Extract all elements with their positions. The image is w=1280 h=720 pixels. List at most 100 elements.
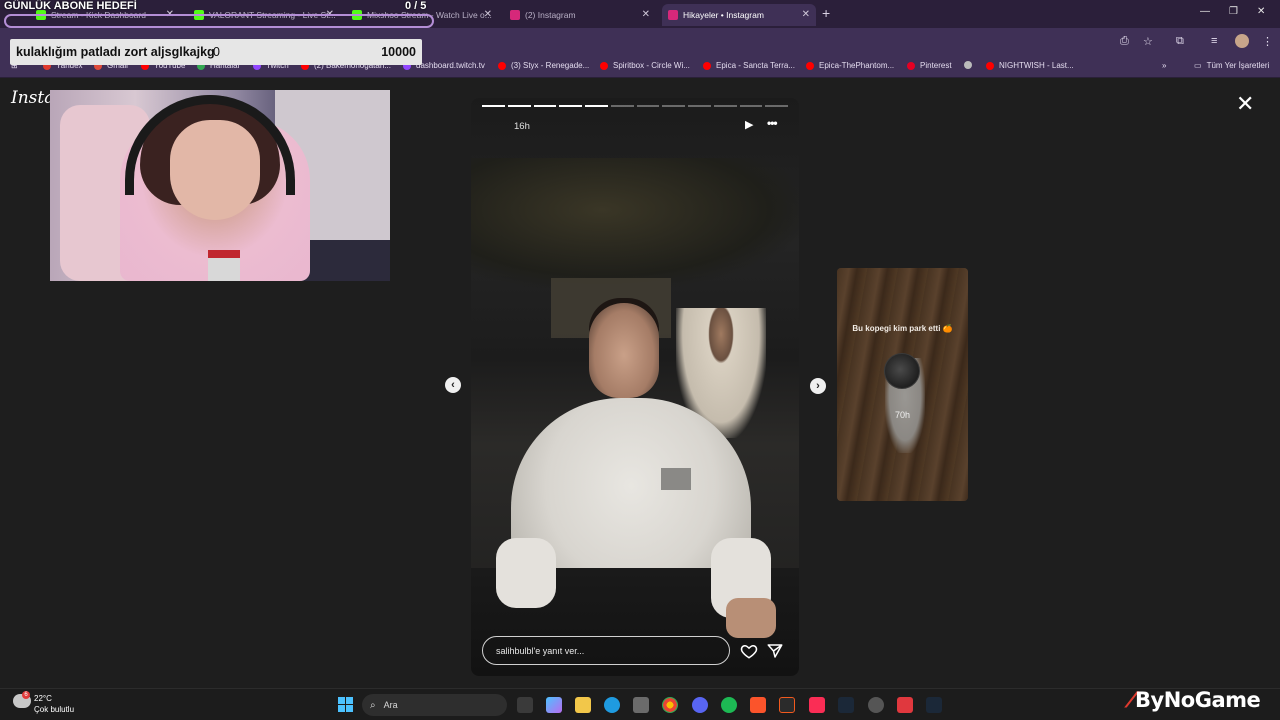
cup xyxy=(208,250,240,281)
story-photo-trees xyxy=(471,158,799,288)
bookmark-epica-sancta[interactable]: Epica - Sancta Terra... xyxy=(703,61,795,70)
bookmark-globe[interactable] xyxy=(964,61,977,69)
close-tab-icon[interactable]: ✕ xyxy=(802,9,810,20)
play-icon[interactable]: ▶ xyxy=(745,118,753,131)
close-tab-icon[interactable]: ✕ xyxy=(484,9,492,20)
weather-condition[interactable]: Çok bulutlu xyxy=(34,705,74,714)
file-explorer-icon[interactable] xyxy=(575,697,591,713)
story-viewer[interactable]: 16h ▶ ••• salihbulbl'e yanıt ver... xyxy=(471,98,799,676)
reply-input[interactable]: salihbulbl'e yanıt ver... xyxy=(482,636,730,665)
goal-widget: kulaklığım patladı zort aljsglkajkg 0 10… xyxy=(10,39,422,65)
pinterest-icon xyxy=(907,61,915,70)
bookmark-label: (3) Styx - Renegade... xyxy=(511,61,590,70)
webcam-overlay xyxy=(50,90,390,281)
send-icon[interactable] xyxy=(766,642,784,660)
globe-icon xyxy=(964,61,972,69)
brave-icon[interactable] xyxy=(750,697,766,713)
instagram-icon xyxy=(668,10,678,20)
windows-taskbar: 6 22°C Çok bulutlu ⌕ Ara xyxy=(0,688,1280,720)
profile-avatar[interactable] xyxy=(1235,34,1249,48)
minimize-button[interactable]: — xyxy=(1200,6,1210,17)
tab-instagram[interactable]: (2) Instagram ✕ xyxy=(504,4,656,26)
youtube-icon xyxy=(498,61,506,70)
steam-icon[interactable] xyxy=(838,697,854,713)
tab-instagram-stories[interactable]: Hikayeler • Instagram ✕ xyxy=(662,4,816,26)
story-progress-bar xyxy=(482,105,788,107)
close-stories-icon[interactable]: ✕ xyxy=(1236,93,1254,115)
goal-max-value: 10000 xyxy=(381,45,416,59)
store-icon[interactable] xyxy=(633,697,649,713)
taskbar-search[interactable]: ⌕ Ara xyxy=(362,694,507,716)
new-tab-button[interactable]: + xyxy=(822,5,830,21)
preview-user-avatar xyxy=(884,353,920,389)
edge-icon[interactable] xyxy=(604,697,620,713)
bookmark-styx[interactable]: (3) Styx - Renegade... xyxy=(498,61,589,70)
goal-progress-outline xyxy=(4,14,434,28)
youtube-icon xyxy=(600,61,608,70)
story-photo-left-arm xyxy=(496,538,556,608)
task-view-icon[interactable] xyxy=(517,697,533,713)
music-icon[interactable] xyxy=(809,697,825,713)
watermark-text: ByNoGame xyxy=(1135,688,1261,712)
bookmark-label: Spiritbox - Circle Wi... xyxy=(613,61,690,70)
progress-segment xyxy=(533,105,557,107)
close-tab-icon[interactable]: ✕ xyxy=(642,9,650,20)
app-icon[interactable] xyxy=(779,697,795,713)
app-icon[interactable] xyxy=(868,697,884,713)
story-photo-face xyxy=(589,303,659,398)
reading-list-icon[interactable]: ≡ xyxy=(1211,35,1217,47)
goal-text: kulaklığım patladı zort aljsglkajkg xyxy=(16,45,215,59)
progress-segment xyxy=(662,105,685,107)
extensions-icon[interactable]: ⧉ xyxy=(1176,35,1184,48)
youtube-icon xyxy=(806,61,814,70)
menu-icon[interactable]: ⋮ xyxy=(1262,35,1273,48)
all-bookmarks-folder[interactable]: ▭ Tüm Yer İşaretleri xyxy=(1194,61,1269,70)
weather-temperature[interactable]: 22°C xyxy=(34,694,52,703)
discord-icon[interactable] xyxy=(692,697,708,713)
bookmark-label: Epica - Sancta Terra... xyxy=(716,61,795,70)
progress-segment xyxy=(610,105,634,107)
chrome-icon[interactable] xyxy=(662,697,678,713)
bookmark-spiritbox[interactable]: Spiritbox - Circle Wi... xyxy=(600,61,690,70)
next-story-preview[interactable]: Bu kopegi kim park etti 🍊 70h xyxy=(837,268,968,501)
spotify-icon[interactable] xyxy=(721,697,737,713)
bookmark-star-icon[interactable]: ☆ xyxy=(1143,35,1153,48)
progress-segment xyxy=(765,105,788,107)
bookmark-epica-phantom[interactable]: Epica-ThePhantom... xyxy=(806,61,894,70)
more-bookmarks-icon[interactable]: » xyxy=(1162,61,1166,70)
preview-caption: Bu kopegi kim park etti 🍊 xyxy=(852,324,953,333)
weather-badge: 6 xyxy=(22,691,30,699)
goal-title: GÜNLÜK ABONE HEDEFİ xyxy=(4,0,137,12)
next-story-button[interactable]: › xyxy=(810,378,826,394)
bookmark-label: dashboard.twitch.tv xyxy=(416,61,485,70)
progress-segment xyxy=(636,105,660,107)
restore-button[interactable]: ❐ xyxy=(1229,6,1238,17)
app-icon[interactable] xyxy=(897,697,913,713)
youtube-icon xyxy=(986,61,994,70)
story-photo-logo xyxy=(661,468,691,490)
story-timestamp: 16h xyxy=(514,121,530,132)
bookmark-nightwish[interactable]: NIGHTWISH - Last... xyxy=(986,61,1074,70)
tab-label: Hikayeler • Instagram xyxy=(683,10,764,20)
bynogame-watermark: ⁄ByNoGame xyxy=(1130,688,1261,712)
progress-segment xyxy=(713,105,737,107)
progress-segment xyxy=(482,105,505,107)
steam-icon[interactable] xyxy=(926,697,942,713)
folder-icon: ▭ xyxy=(1194,61,1202,70)
story-photo-hand xyxy=(726,598,776,638)
headset xyxy=(125,95,295,195)
more-options-icon[interactable]: ••• xyxy=(767,116,778,130)
progress-segment xyxy=(507,105,531,107)
heart-icon[interactable] xyxy=(740,642,758,660)
progress-segment xyxy=(688,105,711,107)
install-app-icon[interactable]: ⎙ xyxy=(1120,35,1129,48)
copilot-icon[interactable] xyxy=(546,697,562,713)
windows-start-icon[interactable] xyxy=(338,697,353,712)
progress-segment xyxy=(739,105,763,107)
youtube-icon xyxy=(703,61,711,70)
bookmark-pinterest[interactable]: Pinterest xyxy=(907,61,952,70)
previous-story-button[interactable]: ‹ xyxy=(445,377,461,393)
all-bookmarks-label: Tüm Yer İşaretleri xyxy=(1206,61,1270,70)
window-close-button[interactable]: ✕ xyxy=(1257,6,1265,17)
screen: { "overlay": { "goal_title": "GÜNLÜK ABO… xyxy=(0,0,1280,720)
